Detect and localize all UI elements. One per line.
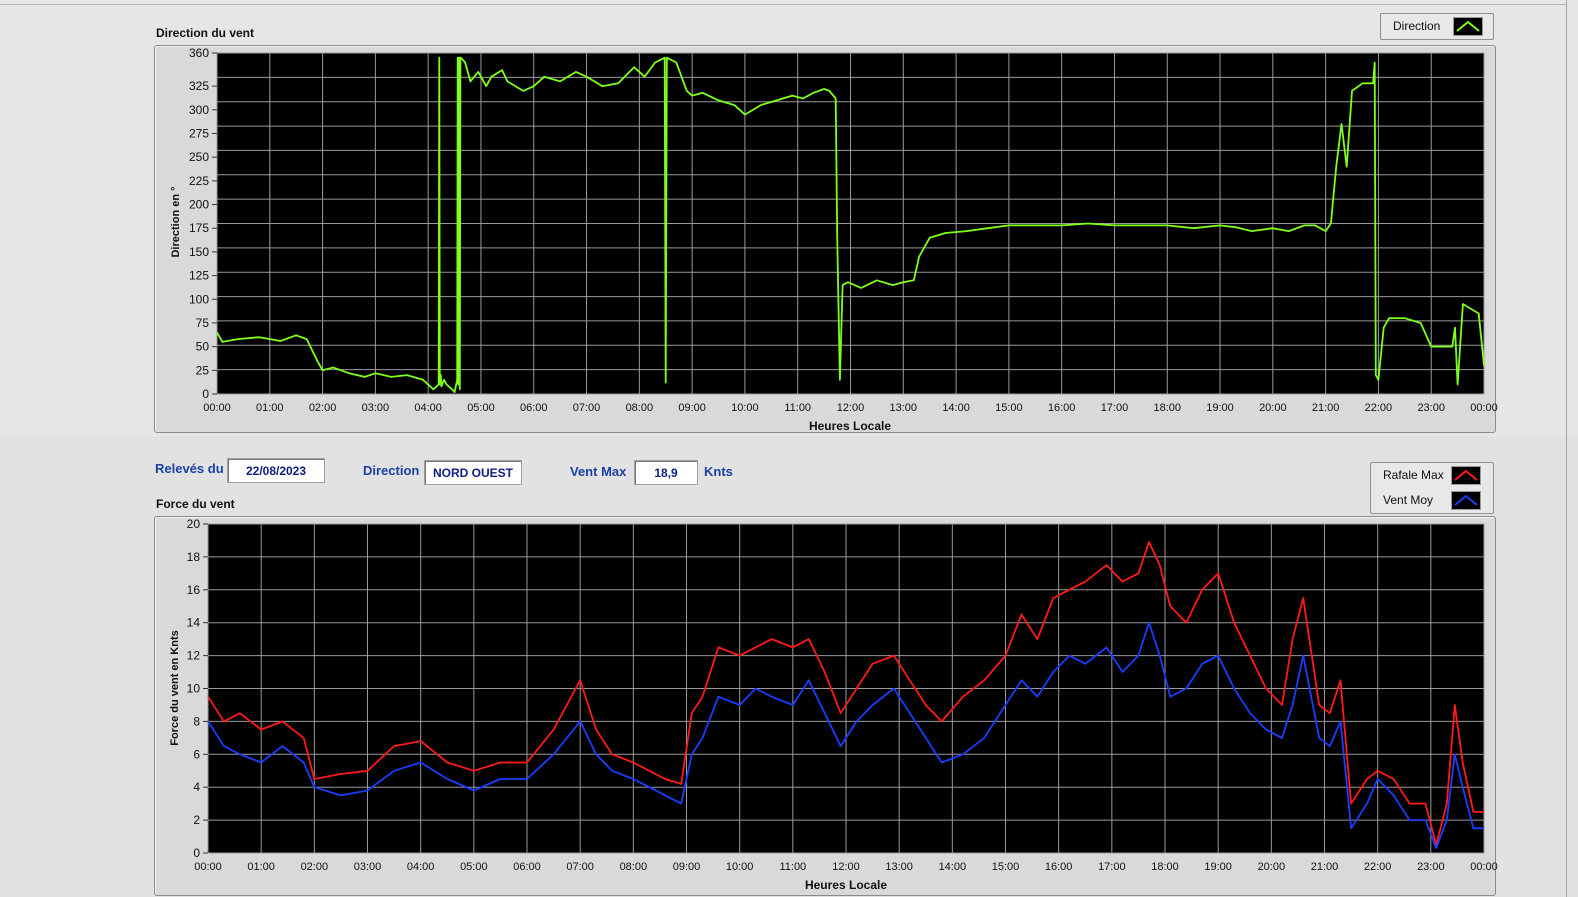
force-chart-frame bbox=[154, 516, 1496, 896]
line-sample-icon bbox=[1454, 494, 1478, 506]
date-field[interactable]: 22/08/2023 bbox=[227, 458, 325, 483]
direction-legend-swatch[interactable] bbox=[1453, 17, 1483, 36]
ventmax-unit: Knts bbox=[704, 464, 733, 479]
line-sample-icon bbox=[1456, 20, 1480, 32]
avg-legend-label: Vent Moy bbox=[1383, 493, 1434, 507]
gust-legend-swatch[interactable] bbox=[1451, 466, 1481, 485]
date-label: Relevés du bbox=[155, 461, 224, 476]
ventmax-label: Vent Max bbox=[570, 464, 627, 479]
ventmax-field[interactable]: 18,9 bbox=[634, 460, 698, 485]
window-right-border bbox=[1566, 0, 1567, 897]
direction-field[interactable]: NORD OUEST bbox=[424, 460, 522, 485]
window-top-border bbox=[0, 4, 1566, 5]
force-chart-title: Force du vent bbox=[156, 497, 235, 511]
direction-label: Direction bbox=[363, 463, 420, 478]
line-sample-icon bbox=[1454, 469, 1478, 481]
direction-chart-title: Direction du vent bbox=[156, 26, 255, 40]
gust-legend-label: Rafale Max bbox=[1383, 468, 1444, 482]
direction-legend[interactable]: Direction bbox=[1380, 13, 1494, 40]
avg-legend-swatch[interactable] bbox=[1451, 491, 1481, 510]
force-legend[interactable]: Rafale Max Vent Moy bbox=[1370, 462, 1494, 514]
direction-chart-frame bbox=[154, 45, 1496, 433]
direction-legend-label: Direction bbox=[1393, 19, 1441, 33]
